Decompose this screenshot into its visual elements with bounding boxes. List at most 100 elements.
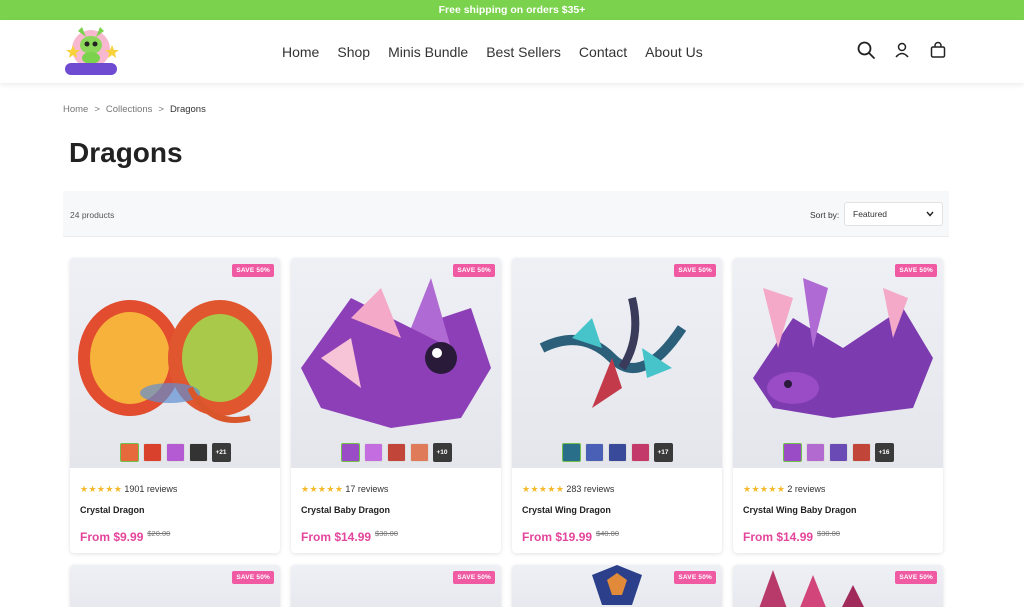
nav-home[interactable]: Home — [282, 44, 319, 60]
review-count: 283 reviews — [566, 484, 615, 494]
nav-shop[interactable]: Shop — [337, 44, 370, 60]
more-variants[interactable]: +16 — [874, 443, 894, 462]
product-card[interactable]: SAVE 50% +10 ★★★★★ 17 reviews Crystal Bab… — [291, 258, 501, 553]
variant-swatch[interactable] — [340, 443, 360, 462]
site-header: Home Shop Minis Bundle Best Sellers Cont… — [0, 20, 1024, 83]
compare-price: $40.00 — [596, 529, 619, 538]
variant-swatch[interactable] — [828, 443, 848, 462]
sort-select-value: Featured — [853, 209, 888, 219]
main-nav: Home Shop Minis Bundle Best Sellers Cont… — [282, 20, 721, 83]
brand-logo[interactable] — [60, 23, 122, 79]
discount-badge: SAVE 50% — [232, 264, 274, 277]
variant-swatch[interactable] — [782, 443, 802, 462]
nav-contact[interactable]: Contact — [579, 44, 627, 60]
account-icon[interactable] — [892, 40, 912, 60]
product-image[interactable]: SAVE 50% +10 — [291, 258, 501, 468]
product-title[interactable]: Crystal Dragon — [80, 505, 270, 515]
more-variants[interactable]: +21 — [211, 443, 231, 462]
collection-toolbar: 24 products Sort by: Featured — [63, 191, 949, 237]
product-image[interactable]: SAVE 50% +21 — [70, 258, 280, 468]
sale-price: From $14.99 — [743, 530, 814, 544]
product-title[interactable]: Crystal Wing Baby Dragon — [743, 505, 933, 515]
nav-minis-bundle[interactable]: Minis Bundle — [388, 44, 468, 60]
product-count: 24 products — [70, 210, 115, 220]
review-count: 1901 reviews — [124, 484, 178, 494]
product-card[interactable]: SAVE 50% — [733, 565, 943, 607]
price-block: From $14.99 $30.00 — [743, 528, 840, 546]
variant-swatch[interactable] — [165, 443, 185, 462]
discount-badge: SAVE 50% — [674, 571, 716, 584]
price-block: From $14.99 $30.00 — [301, 528, 398, 546]
review-count: 2 reviews — [787, 484, 826, 494]
variant-swatch[interactable] — [119, 443, 139, 462]
cart-icon[interactable] — [928, 40, 948, 60]
product-card[interactable]: SAVE 50% +16 ★★★★★ 2 reviews Crystal Wing… — [733, 258, 943, 553]
variant-swatch[interactable] — [142, 443, 162, 462]
discount-badge: SAVE 50% — [232, 571, 274, 584]
sale-price: From $19.99 — [522, 530, 593, 544]
compare-price: $30.00 — [817, 529, 840, 538]
variant-swatches: +21 — [70, 443, 280, 462]
nav-about-us[interactable]: About Us — [645, 44, 703, 60]
chevron-down-icon — [926, 211, 934, 217]
variant-swatch[interactable] — [188, 443, 208, 462]
product-card[interactable]: SAVE 50% +21 ★★★★★ 1901 reviews Crystal D… — [70, 258, 280, 553]
product-card[interactable]: SAVE 50% — [291, 565, 501, 607]
product-image[interactable]: SAVE 50% +17 — [512, 258, 722, 468]
sort-label: Sort by: — [810, 210, 840, 220]
sort-select[interactable]: Featured — [844, 202, 943, 226]
breadcrumb: Home > Collections > Dragons — [63, 104, 206, 115]
more-variants[interactable]: +10 — [432, 443, 452, 462]
variant-swatch[interactable] — [409, 443, 429, 462]
variant-swatches: +17 — [512, 443, 722, 462]
discount-badge: SAVE 50% — [674, 264, 716, 277]
price-block: From $19.99 $40.00 — [522, 528, 619, 546]
product-info: ★★★★★ 2 reviews Crystal Wing Baby Dragon — [743, 479, 933, 515]
variant-swatch[interactable] — [607, 443, 627, 462]
product-card[interactable]: SAVE 50% +17 ★★★★★ 283 reviews Crystal Wi… — [512, 258, 722, 553]
nav-best-sellers[interactable]: Best Sellers — [486, 44, 561, 60]
variant-swatches: +10 — [291, 443, 501, 462]
price-block: From $9.99 $20.00 — [80, 528, 170, 546]
product-image[interactable]: SAVE 50% +16 — [733, 258, 943, 468]
product-info: ★★★★★ 1901 reviews Crystal Dragon — [80, 479, 270, 515]
sale-price: From $14.99 — [301, 530, 372, 544]
discount-badge: SAVE 50% — [895, 571, 937, 584]
product-info: ★★★★★ 283 reviews Crystal Wing Dragon — [522, 479, 712, 515]
product-card[interactable]: SAVE 50% — [512, 565, 722, 607]
sale-price: From $9.99 — [80, 530, 144, 544]
breadcrumb-separator: > — [94, 104, 100, 115]
star-rating: ★★★★★ — [522, 484, 565, 494]
header-actions — [856, 40, 948, 60]
discount-badge: SAVE 50% — [453, 264, 495, 277]
breadcrumb-current: Dragons — [169, 104, 206, 115]
discount-badge: SAVE 50% — [895, 264, 937, 277]
search-icon[interactable] — [856, 40, 876, 60]
breadcrumb-separator: > — [158, 104, 164, 115]
compare-price: $20.00 — [147, 529, 171, 538]
star-rating: ★★★★★ — [743, 484, 786, 494]
page-title: Dragons — [69, 137, 183, 168]
variant-swatch[interactable] — [805, 443, 825, 462]
variant-swatch[interactable] — [630, 443, 650, 462]
product-card[interactable]: SAVE 50% — [70, 565, 280, 607]
compare-price: $30.00 — [375, 529, 398, 538]
breadcrumb-home[interactable]: Home — [63, 104, 88, 115]
variant-swatches: +16 — [733, 443, 943, 462]
product-title[interactable]: Crystal Baby Dragon — [301, 505, 491, 515]
breadcrumb-collections[interactable]: Collections — [106, 104, 152, 115]
product-title[interactable]: Crystal Wing Dragon — [522, 505, 712, 515]
product-info: ★★★★★ 17 reviews Crystal Baby Dragon — [301, 479, 491, 515]
discount-badge: SAVE 50% — [453, 571, 495, 584]
variant-swatch[interactable] — [584, 443, 604, 462]
announcement-bar: Free shipping on orders $35+ — [0, 0, 1024, 20]
variant-swatch[interactable] — [851, 443, 871, 462]
collection-page: Home > Collections > Dragons Dragons 24 … — [0, 83, 1024, 607]
star-rating: ★★★★★ — [301, 484, 344, 494]
more-variants[interactable]: +17 — [653, 443, 673, 462]
star-rating: ★★★★★ — [80, 484, 123, 494]
variant-swatch[interactable] — [363, 443, 383, 462]
review-count: 17 reviews — [345, 484, 389, 494]
variant-swatch[interactable] — [386, 443, 406, 462]
variant-swatch[interactable] — [561, 443, 581, 462]
